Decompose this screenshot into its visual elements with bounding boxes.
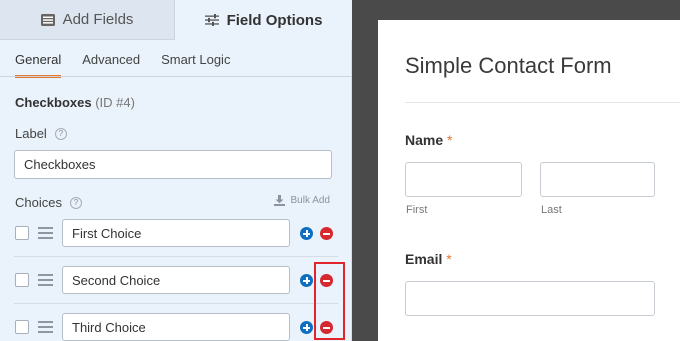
drag-handle-icon[interactable] [38,321,53,333]
label-input[interactable]: Checkboxes [14,150,332,179]
tab-add-fields-label: Add Fields [62,11,134,28]
help-icon[interactable]: ? [69,196,82,209]
subtab-smart-logic[interactable]: Smart Logic [161,49,230,78]
download-icon [273,195,285,206]
label-caption: Label [15,126,47,141]
form-preview: Simple Contact Form Name * First Last Em… [378,20,680,341]
choice-input[interactable]: Third Choice [62,313,290,341]
drag-handle-icon[interactable] [38,227,53,239]
choices-caption-row: Choices ? [15,195,82,210]
subtabs-divider [0,76,352,77]
add-choice-icon[interactable] [300,274,313,287]
subtab-general[interactable]: General [15,49,62,78]
remove-buttons-highlight [314,262,345,340]
name-label-text: Name [405,132,444,148]
bulk-add-link[interactable]: Bulk Add [273,195,330,206]
first-sublabel: First [406,204,428,216]
add-choice-icon[interactable] [300,227,313,240]
field-options-panel: Add Fields Field Options General Advance… [0,0,352,341]
tab-field-options[interactable]: Field Options [175,0,352,40]
drag-handle-icon[interactable] [38,274,53,286]
list-icon [40,13,55,26]
email-input[interactable] [405,281,655,316]
remove-choice-icon[interactable] [320,227,333,240]
email-label-text: Email [405,251,443,267]
default-checkbox[interactable] [15,273,29,287]
field-heading: Checkboxes (ID #4) [15,95,135,110]
tab-add-fields[interactable]: Add Fields [0,0,175,40]
choice-row: First Choice [0,210,352,257]
panel-tabs: Add Fields Field Options [0,0,352,40]
form-title: Simple Contact Form [405,53,612,78]
first-name-input[interactable] [405,162,522,197]
bulk-add-label: Bulk Add [290,195,330,206]
label-caption-row: Label ? [15,126,67,141]
choice-row: Third Choice [0,304,352,341]
required-mark: * [446,251,452,267]
required-mark: * [447,132,453,148]
email-field-label: Email * [405,251,452,267]
help-icon[interactable]: ? [54,127,67,140]
name-field-label: Name * [405,132,452,148]
choice-row: Second Choice [0,257,352,304]
add-choice-icon[interactable] [300,321,313,334]
options-subtabs: General Advanced Smart Logic [15,49,251,78]
sliders-icon [204,14,219,26]
choice-input[interactable]: Second Choice [62,266,290,294]
tab-field-options-label: Field Options [226,11,323,29]
form-title-divider [405,102,680,103]
choices-caption: Choices [15,195,62,210]
subtab-advanced[interactable]: Advanced [82,49,140,78]
default-checkbox[interactable] [15,320,29,334]
default-checkbox[interactable] [15,226,29,240]
last-sublabel: Last [541,204,562,216]
choice-input[interactable]: First Choice [62,219,290,247]
field-id: (ID #4) [95,95,135,110]
field-type-title: Checkboxes [15,95,92,110]
last-name-input[interactable] [540,162,655,197]
